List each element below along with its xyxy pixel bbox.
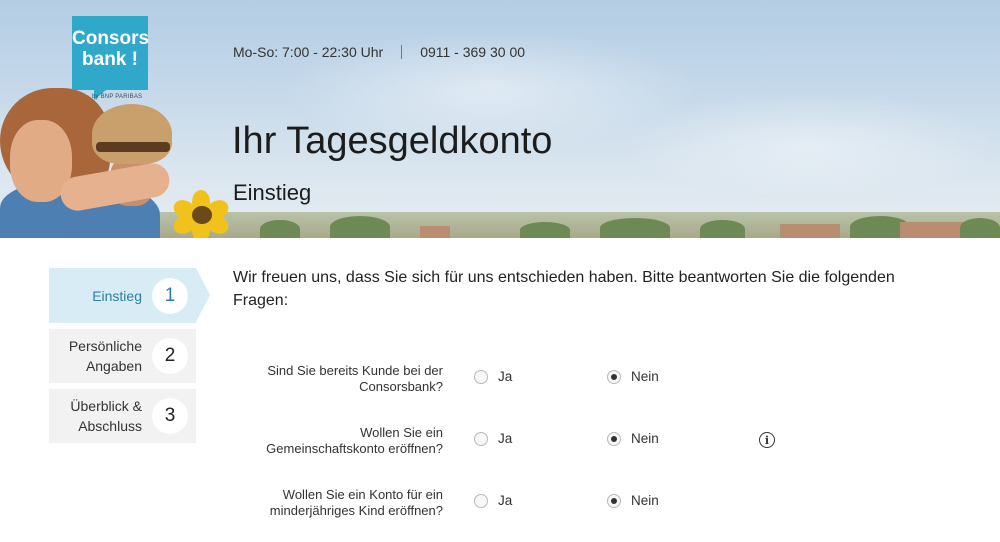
page-title: Ihr Tagesgeldkonto xyxy=(232,120,553,162)
step-label: Überblick & Abschluss xyxy=(70,398,142,434)
logo-subtitle: by BNP PARIBAS xyxy=(92,94,143,100)
page-subtitle: Einstieg xyxy=(233,180,312,205)
step-number: 1 xyxy=(152,277,188,314)
consorsbank-logo[interactable]: Consors bank ! xyxy=(72,16,149,100)
cloud xyxy=(620,90,1000,200)
step-label: Persönliche Angaben xyxy=(68,338,142,374)
step-ueberblick-abschluss[interactable]: Überblick & Abschluss 3 xyxy=(49,389,196,443)
radio-nein[interactable]: Nein xyxy=(607,369,659,384)
radio-button-checked[interactable] xyxy=(607,431,621,446)
step-number: 2 xyxy=(152,338,188,374)
step-einstieg[interactable]: Einstieg 1 xyxy=(49,268,210,323)
radio-button[interactable] xyxy=(474,431,488,446)
header-banner: Consors bank ! by BNP PARIBAS Mo-So: 7:0… xyxy=(0,0,1000,238)
radio-ja[interactable]: Ja xyxy=(474,493,512,508)
question-label: Sind Sie bereits Kunde bei der Consorsba… xyxy=(267,363,443,394)
question-joint-account: Wollen Sie ein Gemeinschaftskonto eröffn… xyxy=(200,425,800,469)
sunflower-icon xyxy=(170,190,232,238)
opening-hours: Mo-So: 7:00 - 22:30 Uhr xyxy=(233,44,384,60)
step-navigation: Einstieg 1 Persönliche Angaben 2 Überbli… xyxy=(49,268,210,449)
question-existing-customer: Sind Sie bereits Kunde bei der Consorsba… xyxy=(200,363,800,407)
radio-button-checked[interactable] xyxy=(607,369,621,384)
radio-ja[interactable]: Ja xyxy=(474,431,512,446)
divider xyxy=(401,45,403,59)
question-label: Wollen Sie ein Konto für ein minderjähri… xyxy=(269,487,443,518)
contact-info: Mo-So: 7:00 - 22:30 Uhr 0911 - 369 30 00 xyxy=(233,44,525,60)
step-persoenliche-angaben[interactable]: Persönliche Angaben 2 xyxy=(49,329,196,383)
radio-nein[interactable]: Nein xyxy=(607,431,659,446)
radio-button-checked[interactable] xyxy=(607,493,621,508)
radio-button[interactable] xyxy=(474,493,488,508)
radio-nein[interactable]: Nein xyxy=(607,493,659,508)
phone-number[interactable]: 0911 - 369 30 00 xyxy=(420,44,525,60)
step-label: Einstieg xyxy=(92,287,142,304)
question-minor-account: Wollen Sie ein Konto für ein minderjähri… xyxy=(200,487,800,531)
step-number: 3 xyxy=(152,398,188,434)
radio-ja[interactable]: Ja xyxy=(474,369,512,384)
radio-button[interactable] xyxy=(474,369,488,384)
intro-text: Wir freuen uns, dass Sie sich für uns en… xyxy=(233,269,895,309)
info-icon[interactable]: i xyxy=(759,432,775,448)
question-label: Wollen Sie ein Gemeinschaftskonto eröffn… xyxy=(266,425,443,456)
